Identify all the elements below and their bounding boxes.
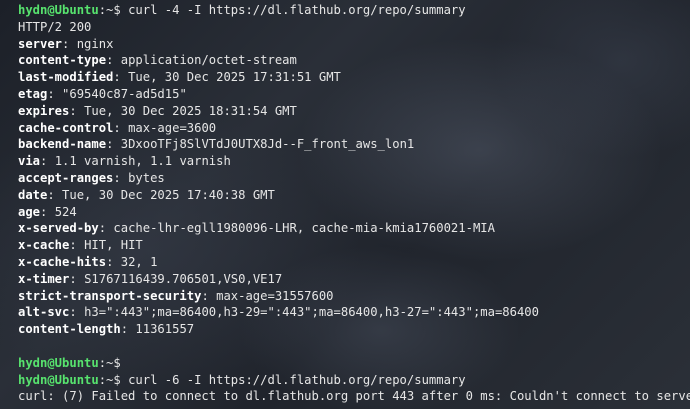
header-line: content-length: 11361557 (18, 321, 690, 338)
prompt-symbol: :~$ (98, 372, 121, 387)
header-name: content-type (18, 53, 107, 68)
prompt-line-3: hydn@Ubuntu:~$ curl -6 -I https://dl.fla… (18, 372, 690, 389)
header-name: strict-transport-security (18, 288, 202, 303)
header-value: bytes (128, 170, 165, 185)
header-colon: : (201, 288, 209, 303)
header-colon: : (69, 103, 77, 118)
header-name: alt-svc (18, 305, 70, 320)
header-line: date: Tue, 30 Dec 2025 17:40:38 GMT (18, 187, 690, 204)
header-colon: : (98, 221, 107, 236)
header-colon: : (106, 53, 114, 68)
header-line: expires: Tue, 30 Dec 2025 18:31:54 GMT (18, 103, 690, 120)
header-value: cache-lhr-egll1980096-LHR, cache-mia-kmi… (113, 221, 495, 236)
header-name: last-modified (18, 70, 114, 85)
header-colon: : (106, 137, 114, 152)
header-colon: : (120, 322, 129, 337)
error-line: curl: (7) Failed to connect to dl.flathu… (18, 388, 690, 405)
header-value: 11361557 (135, 322, 195, 337)
header-line: x-cache-hits: 32, 1 (18, 254, 690, 271)
header-value: Tue, 30 Dec 2025 18:31:54 GMT (84, 103, 297, 118)
header-line: etag: "69540c87-ad5d15" (18, 86, 690, 103)
header-value: max-age=31557600 (216, 288, 334, 303)
header-colon: : (106, 254, 114, 269)
header-value: 524 (54, 204, 77, 219)
header-value: nginx (76, 36, 114, 51)
header-line: content-type: application/octet-stream (18, 52, 690, 69)
header-name: x-cache (18, 238, 70, 253)
terminal-output[interactable]: hydn@Ubuntu:~$ curl -4 -I https://dl.fla… (0, 0, 690, 409)
header-value: h3=":443";ma=86400,h3-29=":443";ma=86400… (84, 305, 539, 320)
prompt-symbol: :~$ (98, 3, 121, 17)
command-text: curl -6 -I https://dl.flathub.org/repo/s… (120, 372, 466, 387)
header-name: cache-control (18, 120, 114, 135)
header-line: via: 1.1 varnish, 1.1 varnish (18, 153, 690, 170)
header-value: 3DxooTFj8SlVTdJ0UTX8Jd--F_front_aws_lon1 (120, 137, 415, 152)
header-name: age (18, 204, 41, 219)
header-name: etag (18, 86, 48, 101)
header-value: "69540c87-ad5d15" (62, 86, 187, 101)
status-text: HTTP/2 200 (18, 19, 92, 34)
header-line: x-timer: S1767116439.706501,VS0,VE17 (18, 271, 690, 288)
prompt-line-1: hydn@Ubuntu:~$ curl -4 -I https://dl.fla… (18, 2, 690, 19)
header-colon: : (69, 305, 77, 320)
header-colon: : (113, 70, 121, 85)
header-colon: : (47, 86, 55, 101)
header-line: x-served-by: cache-lhr-egll1980096-LHR, … (18, 220, 690, 237)
prompt-user-host: hydn@Ubuntu (18, 372, 99, 387)
header-value: S1767116439.706501,VS0,VE17 (84, 271, 283, 286)
header-colon: : (113, 170, 121, 185)
header-name: expires (18, 103, 70, 118)
header-line: strict-transport-security: max-age=31557… (18, 288, 690, 305)
header-value: application/octet-stream (120, 53, 297, 68)
command-text: curl -4 -I https://dl.flathub.org/repo/s… (120, 3, 466, 17)
prompt-symbol: :~$ (98, 355, 121, 370)
header-line: server: nginx (18, 36, 690, 53)
header-value: Tue, 30 Dec 2025 17:31:51 GMT (128, 70, 341, 85)
header-value: 32, 1 (120, 254, 158, 269)
header-name: via (18, 154, 41, 169)
prompt-user-host: hydn@Ubuntu (18, 355, 99, 370)
response-headers: server: nginx content-type: application/o… (18, 36, 690, 338)
header-colon: : (62, 36, 70, 51)
header-name: x-cache-hits (18, 254, 107, 269)
header-value: 1.1 varnish, 1.1 varnish (54, 154, 231, 169)
header-value: Tue, 30 Dec 2025 17:40:38 GMT (62, 187, 275, 202)
http-status-line: HTTP/2 200 (18, 19, 690, 36)
error-text: curl: (7) Failed to connect to dl.flathu… (18, 389, 690, 404)
header-colon: : (69, 271, 77, 286)
header-line: age: 524 (18, 204, 690, 221)
header-name: date (18, 187, 48, 202)
header-line: accept-ranges: bytes (18, 170, 690, 187)
header-name: accept-ranges (18, 170, 114, 185)
header-colon: : (40, 204, 48, 219)
header-name: server (18, 36, 63, 51)
header-name: x-timer (18, 271, 70, 286)
header-colon: : (113, 120, 121, 135)
header-colon: : (69, 238, 77, 253)
header-line: cache-control: max-age=3600 (18, 120, 690, 137)
prompt-user-host: hydn@Ubuntu (18, 3, 99, 17)
header-line: x-cache: HIT, HIT (18, 237, 690, 254)
header-value: HIT, HIT (84, 238, 143, 253)
header-colon: : (40, 154, 48, 169)
header-value: max-age=3600 (128, 120, 217, 135)
header-line: backend-name: 3DxooTFj8SlVTdJ0UTX8Jd--F_… (18, 136, 690, 153)
prompt-line-2: hydn@Ubuntu:~$ (18, 355, 690, 372)
header-name: backend-name (18, 137, 107, 152)
header-name: x-served-by (18, 221, 99, 236)
header-name: content-length (18, 322, 121, 337)
header-line: alt-svc: h3=":443";ma=86400,h3-29=":443"… (18, 304, 690, 321)
header-colon: : (47, 187, 55, 202)
header-line: last-modified: Tue, 30 Dec 2025 17:31:51… (18, 69, 690, 86)
